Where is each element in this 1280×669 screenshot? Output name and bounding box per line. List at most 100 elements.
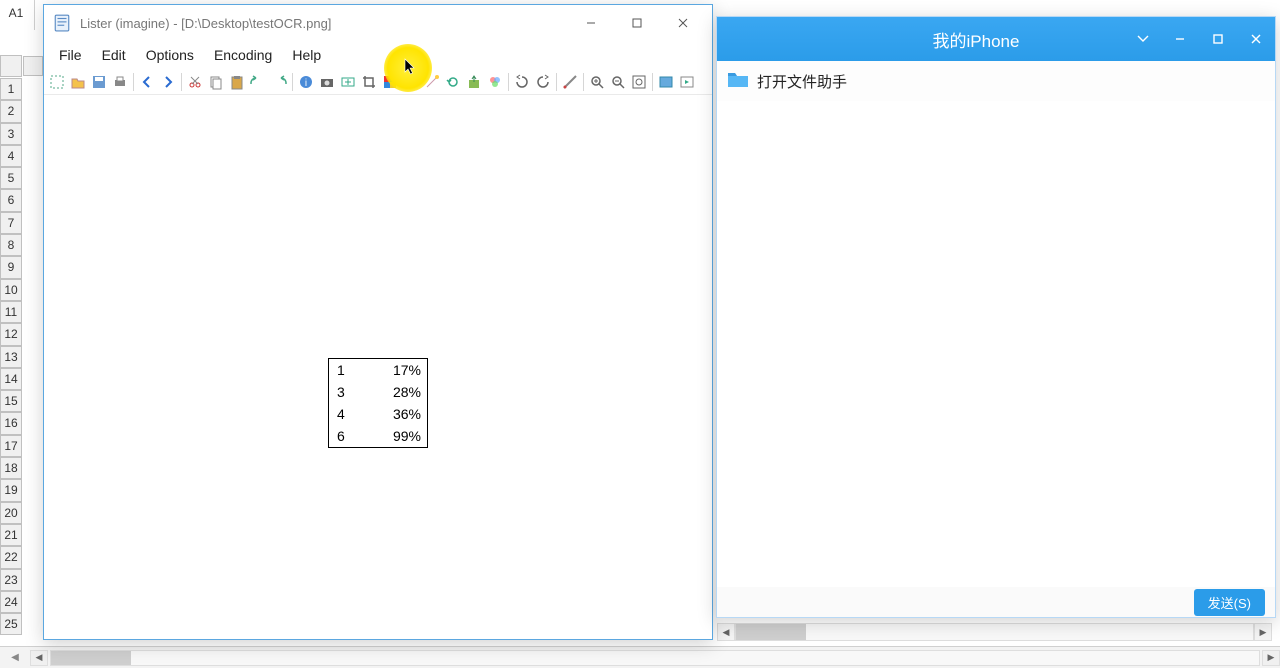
hscroll-thumb[interactable] [51,651,131,665]
row-header[interactable]: 15 [0,390,22,412]
redo-icon[interactable] [269,72,289,92]
open-icon[interactable] [68,72,88,92]
next-icon[interactable] [158,72,178,92]
send-button[interactable]: 发送(S) [1194,589,1265,616]
iphone-titlebar[interactable]: 我的iPhone [717,17,1275,61]
sheet-corner[interactable] [0,55,22,77]
menu-encoding[interactable]: Encoding [205,44,281,66]
resize-icon[interactable] [338,72,358,92]
iphone-footer: 发送(S) [717,587,1275,617]
sheet-nav-prev-icon[interactable]: ◀ [0,647,30,669]
zoom-fit-icon[interactable] [629,72,649,92]
toolbar-separator [556,73,557,91]
hscroll-right-icon[interactable]: ▶ [1262,650,1280,666]
row-header[interactable]: 14 [0,368,22,390]
crop-icon[interactable] [359,72,379,92]
zoom-out-icon[interactable] [608,72,628,92]
print-icon[interactable] [110,72,130,92]
row-header[interactable]: 5 [0,167,22,189]
info-icon[interactable]: i [296,72,316,92]
row-headers: 1234567891011121314151617181920212223242… [0,78,22,635]
row-header[interactable]: 3 [0,123,22,145]
rotate-right-icon[interactable] [533,72,553,92]
open-file-helper-row[interactable]: 打开文件助手 [717,61,1275,101]
column-header[interactable] [23,56,43,76]
sheet-cells[interactable] [23,78,44,638]
copy-icon[interactable] [206,72,226,92]
select-icon[interactable] [47,72,67,92]
maximize-button[interactable] [1199,17,1237,61]
row-header[interactable]: 22 [0,546,22,568]
ocr-col2: 99% [359,428,427,444]
row-header[interactable]: 10 [0,279,22,301]
ocr-row: 436% [329,403,427,425]
row-header[interactable]: 4 [0,145,22,167]
hscroll-track[interactable] [735,623,1254,641]
row-header[interactable]: 21 [0,524,22,546]
cut-icon[interactable] [185,72,205,92]
export-icon[interactable] [464,72,484,92]
camera-icon[interactable] [317,72,337,92]
close-button[interactable] [660,8,706,38]
save-icon[interactable] [89,72,109,92]
fullscreen-icon[interactable] [656,72,676,92]
lister-titlebar[interactable]: Lister (imagine) - [D:\Desktop\testOCR.p… [44,5,712,41]
effects-icon[interactable] [485,72,505,92]
row-header[interactable]: 1 [0,78,22,100]
row-header[interactable]: 16 [0,412,22,434]
lister-toolbar: i [44,69,712,95]
row-header[interactable]: 19 [0,479,22,501]
row-header[interactable]: 11 [0,301,22,323]
ocr-col2: 36% [359,406,427,422]
dropdown-button[interactable] [1125,17,1161,61]
row-header[interactable]: 7 [0,212,22,234]
rotate-left-icon[interactable] [512,72,532,92]
hscroll-left-icon[interactable]: ◀ [30,650,48,666]
ocr-row: 699% [329,425,427,447]
refresh-icon[interactable] [443,72,463,92]
cursor-pointer-icon [404,58,418,81]
zoom-in-icon[interactable] [587,72,607,92]
minimize-button[interactable] [1161,17,1199,61]
row-header[interactable]: 8 [0,234,22,256]
row-header[interactable]: 23 [0,569,22,591]
ocr-result-table: 117%328%436%699% [328,358,428,448]
row-header[interactable]: 6 [0,189,22,211]
row-header[interactable]: 12 [0,323,22,345]
hscroll-left-icon[interactable]: ◀ [717,623,735,641]
toolbar-separator [133,73,134,91]
prev-icon[interactable] [137,72,157,92]
menu-file[interactable]: File [50,44,91,66]
toolbar-separator [508,73,509,91]
iphone-body [717,101,1275,587]
minimize-button[interactable] [568,8,614,38]
row-header[interactable]: 20 [0,502,22,524]
menu-edit[interactable]: Edit [93,44,135,66]
hscroll-right-icon[interactable]: ▶ [1254,623,1272,641]
ocr-col1: 3 [329,384,359,400]
menu-help[interactable]: Help [283,44,330,66]
row-header[interactable]: 24 [0,591,22,613]
row-header[interactable]: 13 [0,346,22,368]
paste-icon[interactable] [227,72,247,92]
close-button[interactable] [1237,17,1275,61]
toolbar-separator [583,73,584,91]
hscroll-thumb[interactable] [736,624,806,640]
slideshow-icon[interactable] [677,72,697,92]
row-header[interactable]: 25 [0,613,22,635]
row-header[interactable]: 18 [0,457,22,479]
ocr-col1: 6 [329,428,359,444]
ocr-col2: 28% [359,384,427,400]
maximize-button[interactable] [614,8,660,38]
menu-options[interactable]: Options [137,44,203,66]
measure-icon[interactable] [560,72,580,92]
hscroll-track[interactable] [50,650,1260,666]
row-header[interactable]: 17 [0,435,22,457]
spreadsheet-bottom-bar: ◀ ◀ ▶ [0,646,1280,668]
lister-window-buttons [568,8,706,38]
row-header[interactable]: 2 [0,100,22,122]
ocr-col1: 4 [329,406,359,422]
undo-icon[interactable] [248,72,268,92]
divider [34,0,35,30]
row-header[interactable]: 9 [0,256,22,278]
